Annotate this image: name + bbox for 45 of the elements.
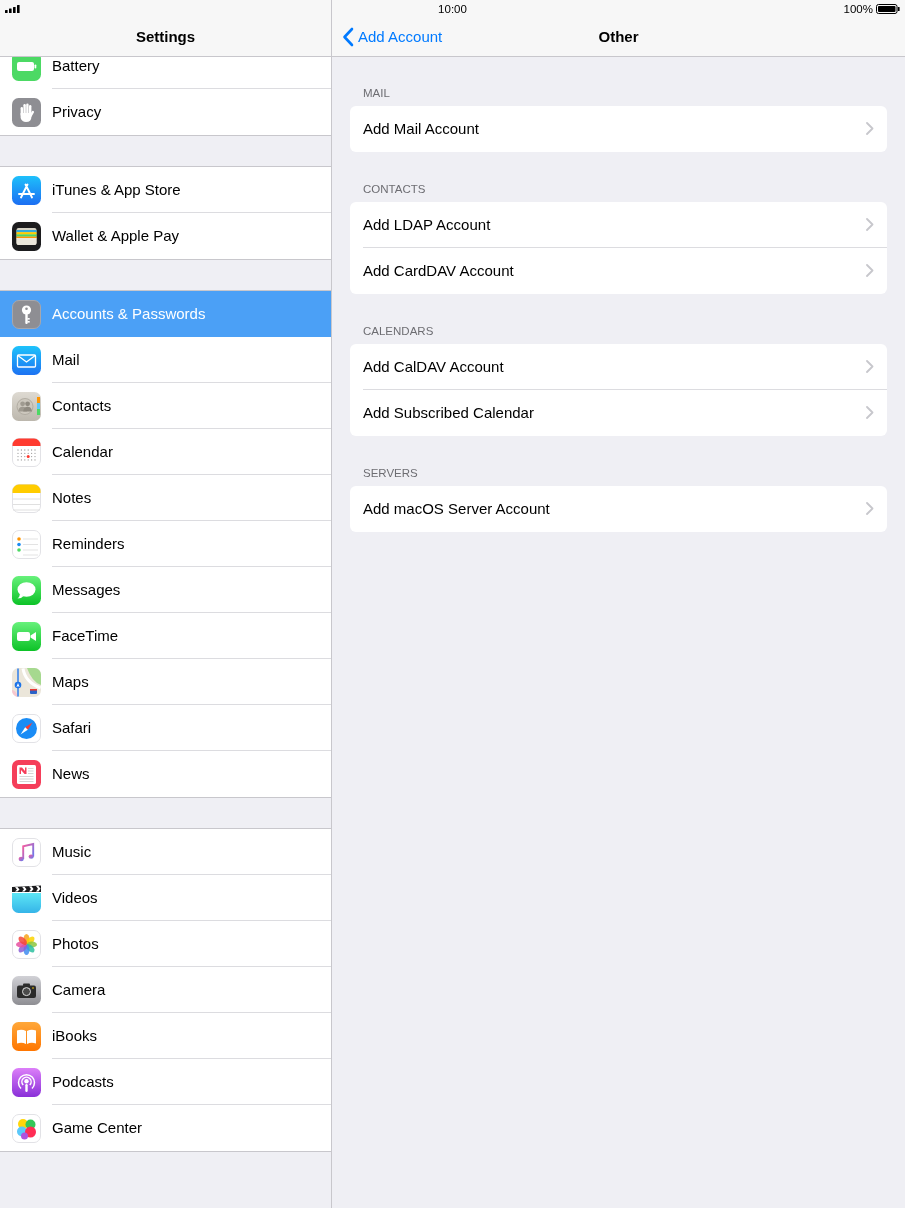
battery-percentage: 100%: [843, 2, 873, 16]
key-icon: [12, 299, 41, 329]
newspaper-icon: [12, 759, 41, 789]
chevron-icon: [866, 360, 874, 373]
list-item[interactable]: Add LDAP Account: [350, 202, 887, 248]
letter-a-icon: [12, 175, 41, 205]
nav-title: Settings: [135, 28, 196, 46]
clapperboard-icon: [12, 883, 41, 913]
camera-icon: [12, 975, 41, 1005]
podcast-icon: [12, 1067, 41, 1097]
compass-icon: [12, 713, 41, 743]
list-item[interactable]: Add CalDAV Account: [350, 344, 887, 390]
section-header: CONTACTS: [362, 183, 427, 196]
music-note-icon: [12, 837, 41, 867]
list-item[interactable]: Add Subscribed Calendar: [350, 390, 887, 436]
signal-icon: [5, 5, 20, 13]
calendar-icon: [12, 437, 41, 467]
notepad-icon: [12, 483, 41, 513]
chevron-icon: [866, 264, 874, 277]
envelope-icon: [12, 345, 41, 375]
section-header: SERVERS: [362, 467, 419, 480]
bubbles-icon: [12, 1113, 41, 1143]
back-button[interactable]: Add Account: [332, 27, 443, 47]
wallet-icon: [12, 221, 41, 251]
address-book-icon: [12, 391, 41, 421]
chevron-icon: [866, 122, 874, 135]
back-chevron-icon: [342, 27, 354, 47]
nav-title: Other: [598, 28, 639, 46]
list-item[interactable]: Add Mail Account: [350, 106, 887, 152]
book-icon: [12, 1021, 41, 1051]
list-item[interactable]: Add macOS Server Account: [350, 486, 887, 532]
speech-bubble-icon: [12, 575, 41, 605]
video-camera-icon: [12, 621, 41, 651]
map-icon: [12, 667, 41, 697]
flower-icon: [12, 929, 41, 959]
chevron-icon: [866, 218, 874, 231]
chevron-icon: [866, 502, 874, 515]
checklist-icon: [12, 529, 41, 559]
status-time: 10:00: [438, 2, 467, 16]
section-header: CALENDARS: [362, 325, 435, 338]
chevron-icon: [866, 406, 874, 419]
section-header: MAIL: [362, 87, 391, 100]
battery-icon: [876, 4, 900, 14]
list-item[interactable]: Add CardDAV Account: [350, 248, 887, 294]
hand-icon: [12, 97, 41, 127]
